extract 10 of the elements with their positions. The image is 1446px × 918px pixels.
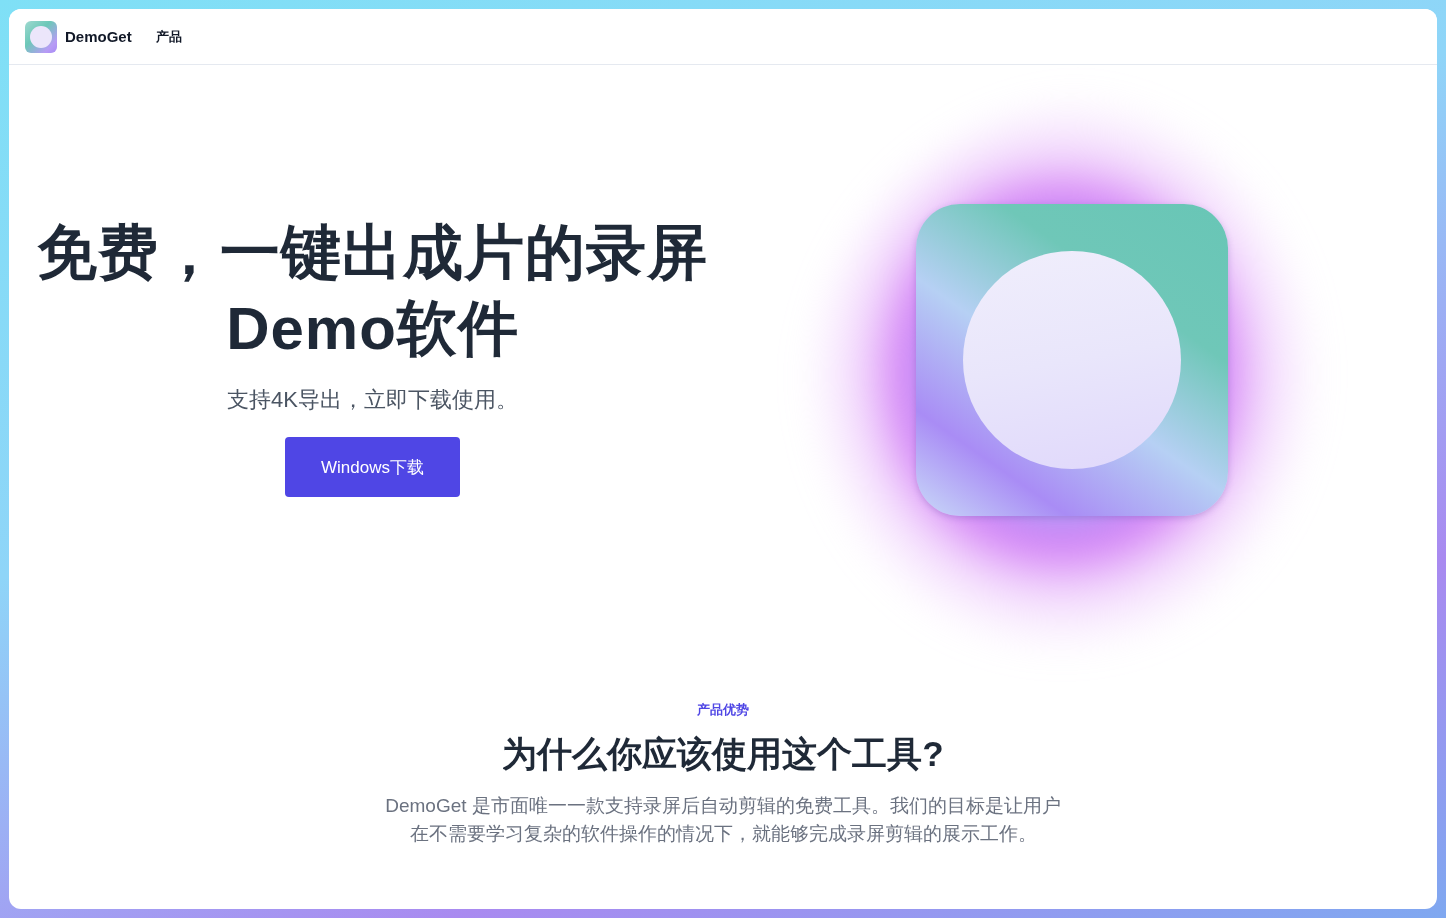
brand-name: DemoGet [65, 28, 132, 45]
app-logo-icon[interactable] [25, 20, 57, 53]
section-eyebrow: 产品优势 [697, 701, 749, 719]
download-button[interactable]: Windows下载 [285, 437, 460, 497]
section-description: DemoGet 是市面唯一一款支持录屏后自动剪辑的免费工具。我们的目标是让用户在不需要学习复杂的软件操作的情况下，就能够完成录屏剪辑的展示工作。 [384, 794, 1062, 846]
nav-link[interactable]: 产品 [155, 27, 182, 46]
hero-subtitle: 支持4K导出，立即下载使用。 [227, 386, 518, 414]
hero-title: 免费，一键出成片的录屏 Demo软件 [37, 218, 708, 364]
section-title: 为什么你应该使用这个工具? [502, 733, 944, 775]
app-icon [915, 204, 1228, 516]
